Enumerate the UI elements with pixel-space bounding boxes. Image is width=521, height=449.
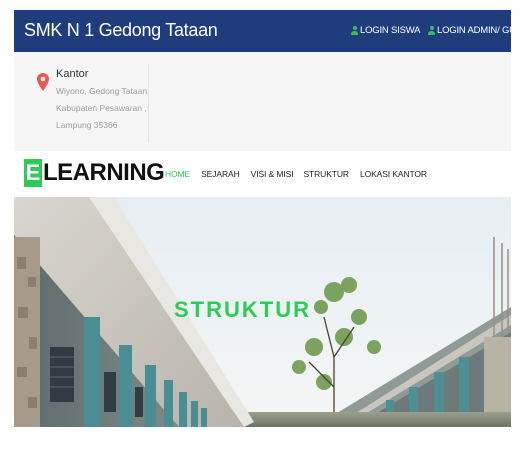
address-line: Wiyono, Gedong Tataan, [56,86,150,96]
map-pin-icon [37,73,49,91]
site-logo[interactable]: E LEARNING [24,159,165,187]
hero-banner: STRUKTUR [14,197,511,427]
divider [148,64,149,143]
user-icon [428,26,435,35]
hero-title: STRUKTUR [174,297,311,322]
logo-text: LEARNING [43,159,165,186]
nav-menu: HOME SEJARAH VISI & MISI STRUKTUR LOKASI… [165,169,427,179]
page: SMK N 1 Gedong Tataan LOGIN SISWA LOGIN … [14,10,511,427]
login-admin-label: LOGIN ADMIN/ GURU [437,25,511,36]
address-line: Kabupaten Pesawaran , [56,103,147,113]
office-label: Kantor [56,68,89,80]
top-bar: SMK N 1 Gedong Tataan LOGIN SISWA LOGIN … [14,10,511,52]
nav-item-home[interactable]: HOME [165,169,190,179]
contact-bar: Kantor Wiyono, Gedong Tataan, Kabupaten … [14,52,511,151]
nav-item-lokasi-kantor[interactable]: LOKASI KANTOR [360,169,427,179]
login-siswa-link[interactable]: LOGIN SISWA [351,25,420,36]
login-siswa-label: LOGIN SISWA [360,25,421,36]
main-navbar: E LEARNING HOME SEJARAH VISI & MISI STRU… [14,151,511,197]
nav-item-sejarah[interactable]: SEJARAH [201,169,240,179]
logo-initial: E [24,159,42,187]
site-title[interactable]: SMK N 1 Gedong Tataan [24,20,218,41]
login-admin-link[interactable]: LOGIN ADMIN/ GURU [428,25,511,36]
user-icon [351,26,358,35]
nav-item-visi-misi[interactable]: VISI & MISI [251,169,294,179]
nav-item-struktur[interactable]: STRUKTUR [303,169,349,179]
address-line: Lampung 35366 [56,120,118,130]
